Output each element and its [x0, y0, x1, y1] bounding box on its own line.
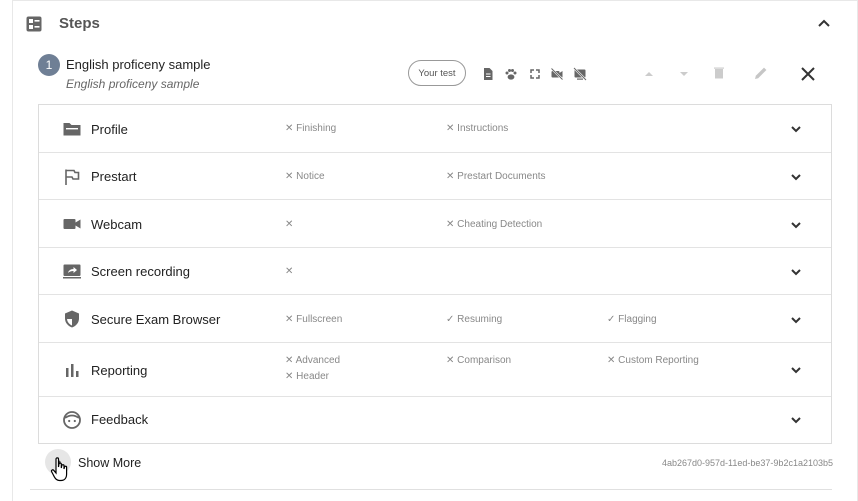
videocam-icon: [62, 214, 82, 234]
bar-chart-icon: [62, 360, 82, 380]
chevron-up-icon[interactable]: [816, 16, 832, 30]
divider: [30, 489, 832, 490]
fullscreen-icon[interactable]: [528, 67, 542, 81]
videocam-off-icon[interactable]: [550, 67, 564, 81]
chevron-down-icon[interactable]: [789, 313, 803, 327]
show-more-toggle[interactable]: [45, 449, 71, 475]
arrow-down-icon[interactable]: [677, 67, 691, 81]
section-row-secure-exam-browser[interactable]: Secure Exam Browser ✕ Fullscreen ✓ Resum…: [39, 295, 831, 343]
tag-header: ✕ Header: [285, 371, 329, 382]
chevron-down-icon[interactable]: [789, 265, 803, 279]
tag-prestart-documents: ✕ Prestart Documents: [446, 171, 546, 182]
tag-resuming: ✓ Resuming: [446, 314, 503, 325]
edit-icon[interactable]: [752, 64, 770, 82]
folder-icon: [62, 119, 82, 139]
section-row-reporting[interactable]: Reporting ✕ Advanced ✕ Comparison ✕ Cust…: [39, 343, 831, 397]
section-row-prestart[interactable]: Prestart ✕ Notice ✕ Prestart Documents: [39, 153, 831, 200]
tag-webcam-empty: ✕: [285, 219, 294, 230]
delete-icon[interactable]: [712, 66, 726, 80]
document-icon[interactable]: [481, 67, 495, 81]
section-label: Reporting: [91, 363, 148, 378]
paw-icon[interactable]: [504, 67, 518, 81]
section-label: Screen recording: [91, 264, 190, 279]
tag-cheating-detection: ✕ Cheating Detection: [446, 219, 543, 230]
step-subtitle: English proficeny sample: [66, 77, 200, 91]
section-label: Feedback: [91, 412, 149, 427]
section-title: Steps: [59, 15, 100, 32]
card-border-top: [12, 0, 858, 1]
play-arrow-icon: [56, 457, 61, 467]
step-title: English proficeny sample: [66, 57, 211, 72]
tag-screen-empty: ✕: [285, 266, 294, 277]
chevron-down-icon[interactable]: [789, 363, 803, 377]
flag-icon: [62, 167, 82, 187]
chevron-down-icon[interactable]: [789, 170, 803, 184]
section-row-feedback[interactable]: Feedback: [39, 397, 831, 443]
section-label: Prestart: [91, 169, 137, 184]
checklist-icon: [26, 16, 42, 32]
screen-share-icon: [62, 261, 82, 281]
show-more-label[interactable]: Show More: [78, 456, 141, 470]
step-sections-table: Profile ✕ Finishing ✕ Instructions Prest…: [38, 104, 832, 444]
chevron-down-icon[interactable]: [789, 413, 803, 427]
face-icon: [62, 410, 82, 430]
tag-custom-reporting: ✕ Custom Reporting: [607, 355, 699, 366]
step-number-badge: 1: [38, 54, 60, 76]
step-uuid: 4ab267d0-957d-11ed-be37-9b2c1a2103b5: [662, 458, 833, 468]
close-icon[interactable]: [800, 66, 816, 82]
chevron-down-icon[interactable]: [789, 218, 803, 232]
section-label: Profile: [91, 122, 128, 137]
card-border-left: [12, 0, 13, 501]
shield-icon: [62, 309, 82, 329]
tag-flagging: ✓ Flagging: [607, 314, 657, 325]
tag-finishing: ✕ Finishing: [285, 123, 337, 134]
section-row-screen-recording[interactable]: Screen recording ✕: [39, 248, 831, 295]
screen-off-icon[interactable]: [573, 67, 587, 81]
section-row-webcam[interactable]: Webcam ✕ ✕ Cheating Detection: [39, 200, 831, 248]
section-label: Secure Exam Browser: [91, 312, 221, 327]
chevron-down-icon[interactable]: [789, 122, 803, 136]
tag-instructions: ✕ Instructions: [446, 123, 509, 134]
your-test-button[interactable]: Your test: [408, 60, 466, 86]
tag-notice: ✕ Notice: [285, 171, 325, 182]
tag-advanced: ✕ Advanced: [285, 355, 341, 366]
section-label: Webcam: [91, 217, 143, 232]
arrow-up-icon[interactable]: [642, 67, 656, 81]
tag-comparison: ✕ Comparison: [446, 355, 512, 366]
tag-fullscreen: ✕ Fullscreen: [285, 314, 343, 325]
section-row-profile[interactable]: Profile ✕ Finishing ✕ Instructions: [39, 105, 831, 153]
